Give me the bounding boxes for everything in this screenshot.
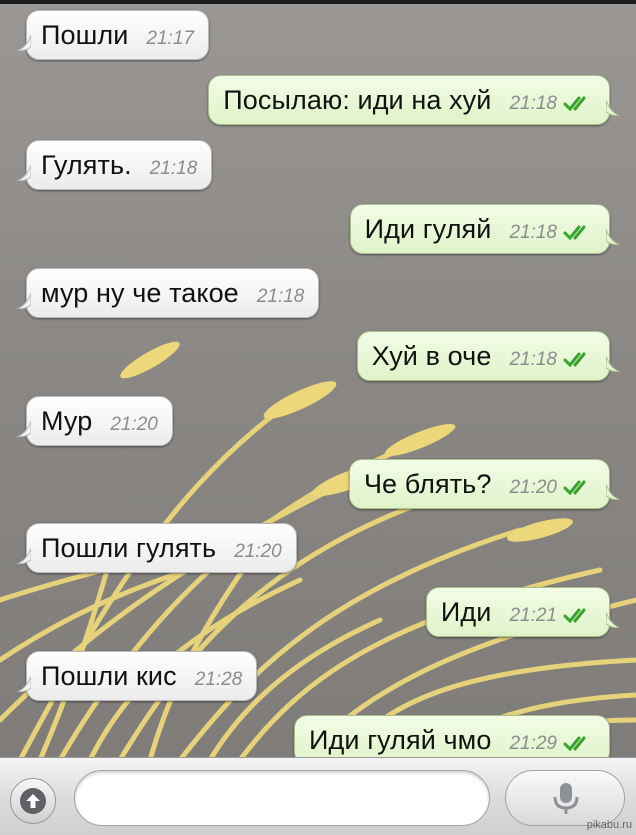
message-row: Пошли гулять 21:20 [0,523,636,575]
message-time: 21:18 [509,93,557,114]
double-check-icon [563,608,586,624]
message-text: мур ну че такое [41,277,239,308]
bubble-tail-icon [17,676,31,692]
message-row: Иди гуляй чмо 21:29 [0,715,636,757]
bubble-tail-icon [606,612,620,628]
bubble-tail-icon [606,100,620,116]
message-input-bar: pikabu.ru [0,757,636,835]
message-time: 21:18 [256,286,305,307]
message-text: Иди [440,596,492,627]
bubble-tail-icon [17,548,31,564]
message-time: 21:20 [509,477,557,498]
microphone-icon [553,783,579,814]
message-row: мур ну че такое 21:18 [0,268,636,320]
message-text: Хуй в оче [371,340,492,371]
message-row: Хуй в оче 21:18 [0,331,636,383]
message-row: Мур 21:20 [0,396,636,448]
chat-area[interactable]: Пошли 21:17 Посылаю: иди на хуй 21:18 Гу… [0,0,636,757]
message-text: Пошли гулять [41,532,217,563]
bubble-tail-icon [17,293,31,309]
message-row: Иди гуляй 21:18 [0,204,636,256]
message-text: Гулять. [41,149,132,180]
message-input[interactable] [74,770,490,826]
bubble-tail-icon [606,484,620,500]
outgoing-message-bubble[interactable]: Че блять? 21:20 [348,459,620,509]
double-check-icon [563,352,586,368]
message-text: Че блять? [363,468,492,499]
bubble-tail-icon [606,356,620,372]
bubble-tail-icon [17,421,31,437]
message-time: 21:20 [234,541,282,562]
message-row: Пошли кис 21:28 [0,651,636,703]
message-time: 21:21 [509,605,557,626]
incoming-message-bubble[interactable]: Гулять. 21:18 [17,140,213,190]
upload-arrow-icon [20,788,46,814]
bubble-tail-icon [606,229,620,245]
message-row: Гулять. 21:18 [0,140,636,192]
message-time: 21:29 [509,733,557,754]
message-text: Пошли [41,19,129,50]
incoming-message-bubble[interactable]: Пошли гулять 21:20 [17,523,297,573]
message-text: Иди гуляй [364,213,492,244]
message-time: 21:17 [146,28,194,49]
outgoing-message-bubble[interactable]: Посылаю: иди на хуй 21:18 [208,75,620,125]
double-check-icon [563,96,586,112]
attach-button[interactable] [10,778,56,824]
outgoing-message-bubble[interactable]: Иди 21:21 [425,587,620,637]
double-check-icon [563,480,586,496]
outgoing-message-bubble[interactable]: Хуй в оче 21:18 [356,331,620,381]
message-row: Посылаю: иди на хуй 21:18 [0,75,636,127]
message-time: 21:28 [194,669,243,690]
message-text: Мур [41,405,93,436]
microphone-button[interactable] [505,770,625,826]
message-text: Пошли кис [41,660,177,691]
message-text: Иди гуляй чмо [309,724,492,755]
message-row: Иди 21:21 [0,587,636,639]
message-row: Пошли 21:17 [0,10,636,62]
incoming-message-bubble[interactable]: Мур 21:20 [17,396,173,446]
incoming-message-bubble[interactable]: Пошли кис 21:28 [17,651,258,701]
incoming-message-bubble[interactable]: мур ну че такое 21:18 [17,268,320,318]
message-text: Посылаю: иди на хуй [223,84,492,115]
message-time: 21:20 [110,414,158,435]
outgoing-message-bubble[interactable]: Иди гуляй 21:18 [349,204,620,254]
double-check-icon [563,736,586,752]
message-time: 21:18 [149,158,198,179]
bubble-tail-icon [17,35,31,51]
outgoing-message-bubble[interactable]: Иди гуляй чмо 21:29 [294,715,610,757]
bubble-tail-icon [17,165,31,181]
double-check-icon [563,225,586,241]
watermark: pikabu.ru [586,819,632,831]
message-time: 21:18 [509,349,557,370]
message-time: 21:18 [509,222,557,243]
incoming-message-bubble[interactable]: Пошли 21:17 [17,10,209,60]
message-row: Че блять? 21:20 [0,459,636,511]
